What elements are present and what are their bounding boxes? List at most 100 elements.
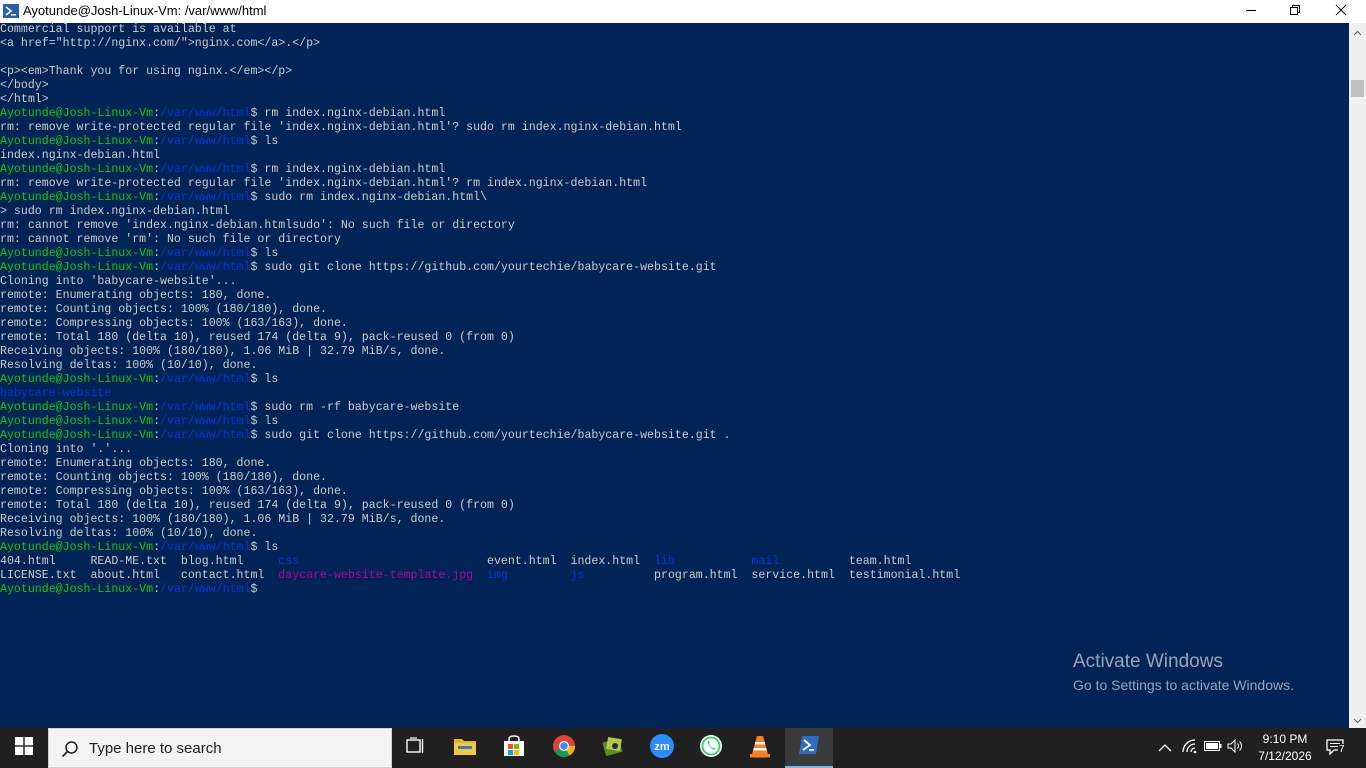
taskbar-zoom[interactable]: zm <box>638 728 686 768</box>
prompt-user: Ayotunde@Josh-Linux-Vm <box>0 429 154 442</box>
terminal-text: rm: cannot remove 'index.nginx-debian.ht… <box>0 219 515 232</box>
search-placeholder: Type here to search <box>89 740 222 757</box>
terminal-line: Ayotunde@Josh-Linux-Vm:/var/www/html$ ls <box>0 541 960 555</box>
terminal-line: Ayotunde@Josh-Linux-Vm:/var/www/html$ rm… <box>0 107 960 121</box>
taskbar-store[interactable] <box>490 728 538 768</box>
activation-watermark: Activate Windows Go to Settings to activ… <box>1073 651 1294 697</box>
terminal-line: Ayotunde@Josh-Linux-Vm:/var/www/html$ ls <box>0 373 960 387</box>
prompt-path: /var/www/html <box>160 583 251 596</box>
prompt-path: /var/www/html <box>160 107 251 120</box>
terminal-text: rm: cannot remove 'rm': No such file or … <box>0 233 341 246</box>
terminal-line: Ayotunde@Josh-Linux-Vm:/var/www/html$ ls <box>0 247 960 261</box>
terminal-text: : <box>153 107 161 120</box>
prompt-user: Ayotunde@Josh-Linux-Vm <box>0 135 154 148</box>
window-titlebar[interactable]: Ayotunde@Josh-Linux-Vm: /var/www/html <box>0 0 1366 23</box>
window-title: Ayotunde@Josh-Linux-Vm: /var/www/html <box>23 3 267 18</box>
terminal-text: index.nginx-debian.html <box>0 149 161 162</box>
terminal-line: rm: cannot remove 'rm': No such file or … <box>0 233 960 247</box>
terminal-text: : <box>153 429 161 442</box>
battery-button[interactable] <box>1203 738 1223 758</box>
scroll-down-button[interactable] <box>1349 711 1366 728</box>
prompt-path: /var/www/html <box>160 541 251 554</box>
powershell-icon <box>3 4 19 18</box>
taskbar-powershell[interactable] <box>785 728 833 768</box>
terminal-line: remote: Enumerating objects: 180, done. <box>0 457 960 471</box>
terminal-text: : <box>153 373 161 386</box>
prompt-path: /var/www/html <box>160 429 251 442</box>
terminal-line: remote: Total 180 (delta 10), reused 174… <box>0 499 960 513</box>
taskbar-file-explorer[interactable] <box>441 728 489 768</box>
terminal-text: remote: Counting objects: 100% (180/180)… <box>0 303 327 316</box>
terminal-text: rm: remove write-protected regular file … <box>0 121 682 134</box>
taskbar-greenshot[interactable] <box>589 728 637 768</box>
terminal-text: $ ls <box>250 247 279 260</box>
terminal-line: babycare-website <box>0 387 960 401</box>
terminal-line: rm: cannot remove 'index.nginx-debian.ht… <box>0 219 960 233</box>
terminal-text: remote: Counting objects: 100% (180/180)… <box>0 471 327 484</box>
notification-icon: 7 <box>1326 738 1348 758</box>
terminal-line: remote: Counting objects: 100% (180/180)… <box>0 471 960 485</box>
taskbar-whatsapp[interactable] <box>687 728 735 768</box>
terminal-output[interactable]: Commercial support is available at <a hre… <box>0 23 1349 728</box>
volume-button[interactable] <box>1226 738 1246 758</box>
terminal-text: 404.html READ-ME.txt blog.html <box>0 555 279 568</box>
terminal-text: remote: Compressing objects: 100% (163/1… <box>0 485 348 498</box>
restore-button[interactable] <box>1272 0 1318 23</box>
terminal-text: : <box>153 163 161 176</box>
task-view-icon <box>406 736 426 760</box>
terminal-line: <p><em>Thank you for using nginx.</em></… <box>0 65 960 79</box>
terminal-line: Ayotunde@Josh-Linux-Vm:/var/www/html$ <box>0 583 960 597</box>
terminal-text: $ sudo git clone https://github.com/your… <box>250 429 731 442</box>
close-button[interactable] <box>1318 0 1364 23</box>
taskbar-task-view[interactable] <box>392 728 440 768</box>
terminal-line: Ayotunde@Josh-Linux-Vm:/var/www/html$ su… <box>0 261 960 275</box>
battery-icon <box>1204 739 1222 757</box>
terminal-text: : <box>153 415 161 428</box>
watermark-title: Activate Windows <box>1073 651 1223 672</box>
terminal-lines: Commercial support is available at <a hre… <box>0 23 960 597</box>
terminal-text: remote: Enumerating objects: 180, done. <box>0 457 272 470</box>
taskbar-clock[interactable]: 9:10 PM 7/12/2026 <box>1253 731 1317 765</box>
action-center-button[interactable]: 7 <box>1325 738 1349 758</box>
terminal-text: $ ls <box>250 415 279 428</box>
terminal-line: remote: Enumerating objects: 180, done. <box>0 289 960 303</box>
terminal-text: : <box>153 401 161 414</box>
image-file-entry: daycare-website-template.jpg <box>278 569 474 582</box>
start-button[interactable] <box>0 728 48 768</box>
whatsapp-icon <box>699 734 723 763</box>
close-icon <box>1335 3 1347 21</box>
network-button[interactable] <box>1180 738 1200 758</box>
taskbar-vlc[interactable] <box>736 728 784 768</box>
scrollbar-thumb[interactable] <box>1351 80 1364 97</box>
terminal-text: <a href="http://nginx.com/">nginx.com</a… <box>0 37 321 50</box>
store-icon <box>503 734 525 762</box>
scroll-up-button[interactable] <box>1349 23 1366 40</box>
directory-entry: mail <box>751 555 780 568</box>
taskbar: Type here to search zm 9:10 PM 7/12/2026… <box>0 728 1366 768</box>
show-hidden-icons-button[interactable] <box>1155 738 1175 758</box>
prompt-path: /var/www/html <box>160 415 251 428</box>
terminal-text: Receiving objects: 100% (180/180), 1.06 … <box>0 345 446 358</box>
taskbar-search[interactable]: Type here to search <box>48 728 392 768</box>
minimize-button[interactable] <box>1228 0 1274 23</box>
prompt-path: /var/www/html <box>160 191 251 204</box>
prompt-user: Ayotunde@Josh-Linux-Vm <box>0 247 154 260</box>
terminal-line: Receiving objects: 100% (180/180), 1.06 … <box>0 513 960 527</box>
terminal-text: </html> <box>0 93 49 106</box>
terminal-line: Cloning into 'babycare-website'... <box>0 275 960 289</box>
prompt-user: Ayotunde@Josh-Linux-Vm <box>0 261 154 274</box>
prompt-user: Ayotunde@Josh-Linux-Vm <box>0 415 154 428</box>
prompt-user: Ayotunde@Josh-Linux-Vm <box>0 163 154 176</box>
vertical-scrollbar[interactable] <box>1349 23 1366 728</box>
minimize-icon <box>1245 3 1257 21</box>
terminal-text: Cloning into 'babycare-website'... <box>0 275 237 288</box>
terminal-line: Ayotunde@Josh-Linux-Vm:/var/www/html$ ls <box>0 415 960 429</box>
terminal-text: <p><em>Thank you for using nginx.</em></… <box>0 65 293 78</box>
terminal-text: event.html index.html <box>299 555 654 568</box>
terminal-text: remote: Enumerating objects: 180, done. <box>0 289 272 302</box>
terminal-text: remote: Compressing objects: 100% (163/1… <box>0 317 348 330</box>
terminal-line: > sudo rm index.nginx-debian.html <box>0 205 960 219</box>
taskbar-chrome[interactable] <box>540 728 588 768</box>
